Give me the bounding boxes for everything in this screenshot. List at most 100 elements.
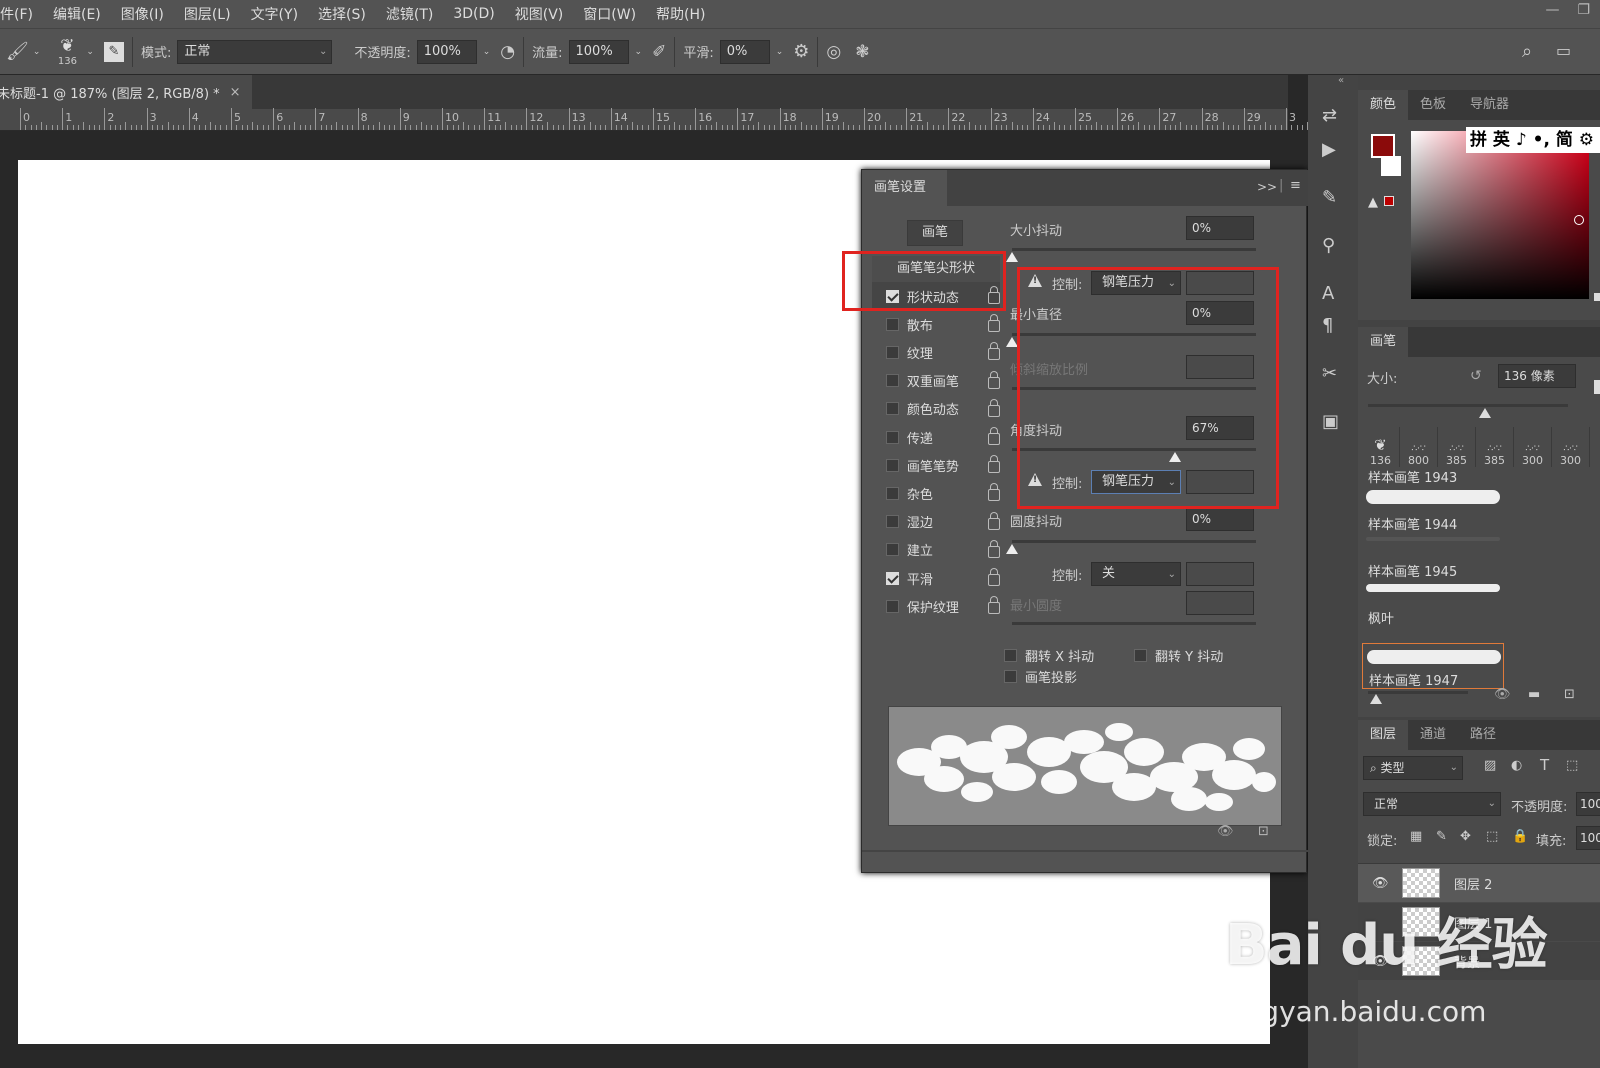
flow-dropdown-icon[interactable]: ⌄	[635, 47, 643, 57]
menu-image[interactable]: 图像(I)	[121, 4, 164, 24]
toggle-preview-icon[interactable]: 👁	[1217, 824, 1234, 839]
brushes-button[interactable]: 画笔	[907, 220, 963, 246]
brush-option-row[interactable]: 传递	[872, 423, 1000, 451]
background-color-swatch[interactable]	[1381, 156, 1401, 176]
color-field[interactable]	[1411, 131, 1589, 299]
tab-swatches[interactable]: 色板	[1408, 90, 1458, 120]
layer-row[interactable]: 👁 图层 2	[1358, 864, 1600, 902]
brush-option-row[interactable]: 纹理	[872, 338, 1000, 366]
brush-preset-picker[interactable]: ❦ 136	[54, 36, 80, 67]
brush-size-input[interactable]: 136 像素	[1498, 364, 1576, 388]
brush-option-row[interactable]: 保护纹理	[872, 592, 1000, 620]
fill-input[interactable]: 100	[1576, 826, 1600, 850]
gamut-swatch[interactable]	[1384, 196, 1394, 206]
properties-icon[interactable]: ▣	[1322, 411, 1339, 432]
eye-visibility-icon[interactable]: 👁	[1372, 876, 1389, 891]
filter-adjustment-icon[interactable]: ◐	[1511, 758, 1522, 773]
panel-menu-icon[interactable]: ≡	[1290, 178, 1301, 193]
flip-y-checkbox[interactable]	[1134, 649, 1147, 662]
lock-position-icon[interactable]: ✥	[1460, 829, 1471, 844]
brush-option-checkbox[interactable]	[886, 402, 899, 416]
tab-navigator[interactable]: 导航器	[1458, 90, 1521, 120]
lock-icon[interactable]	[988, 314, 1000, 333]
smoothing-input[interactable]: 0%	[719, 39, 770, 64]
brush-list-item[interactable]: 样本画笔 1943	[1362, 465, 1504, 512]
preview-size-slider[interactable]	[1368, 691, 1468, 694]
opacity-dropdown-icon[interactable]: ⌄	[483, 47, 491, 57]
menu-file[interactable]: 件(F)	[0, 4, 33, 24]
color-slider-handle[interactable]	[1594, 293, 1600, 301]
history-icon[interactable]: ⇄	[1322, 105, 1337, 126]
lock-icon[interactable]	[988, 483, 1000, 502]
lock-pixels-icon[interactable]: ✎	[1436, 829, 1447, 844]
reset-size-icon[interactable]: ↺	[1470, 368, 1482, 384]
roundness-jitter-knob[interactable]	[1006, 544, 1018, 554]
tab-channels[interactable]: 通道	[1408, 720, 1458, 750]
character-icon[interactable]: A	[1322, 283, 1334, 304]
brush-option-checkbox[interactable]	[886, 571, 899, 585]
filter-type-icon[interactable]: T	[1540, 756, 1549, 774]
lock-icon[interactable]	[988, 455, 1000, 474]
filter-pixel-icon[interactable]: ▨	[1484, 758, 1496, 773]
collapse-icon[interactable]: >>	[1257, 180, 1277, 194]
pressure-opacity-icon[interactable]: ◔	[500, 42, 515, 62]
airbrush-icon[interactable]: ✐	[652, 42, 666, 62]
brush-preset-thumb[interactable]: ∴·∵ 300	[1552, 427, 1590, 467]
menu-layer[interactable]: 图层(L)	[184, 4, 231, 24]
document-tab[interactable]: 未标题-1 @ 187% (图层 2, RGB/8) * ×	[0, 75, 252, 109]
brush-option-checkbox[interactable]	[886, 515, 899, 529]
brush-option-checkbox[interactable]	[886, 458, 899, 472]
brush-picker-dropdown-icon[interactable]: ⌄	[86, 47, 94, 57]
brush-option-row[interactable]: 湿边	[872, 508, 1000, 536]
close-icon[interactable]: ×	[230, 85, 241, 100]
brush-preset-thumb[interactable]: ∴·∵ 385	[1476, 427, 1514, 467]
new-group-folder-icon[interactable]: ▬	[1528, 687, 1540, 702]
tab-layers[interactable]: 图层	[1358, 720, 1409, 750]
brush-preset-thumb[interactable]: ∴·∵ 800	[1400, 427, 1438, 467]
brush-list-item[interactable]: 样本画笔 1944	[1362, 490, 1504, 559]
tab-paths[interactable]: 路径	[1458, 720, 1508, 750]
lock-icon[interactable]	[988, 342, 1000, 361]
menu-window[interactable]: 窗口(W)	[583, 4, 636, 24]
gear-icon[interactable]: ⚙	[793, 41, 809, 62]
new-brush-icon[interactable]: ⊡	[1564, 687, 1575, 702]
menu-type[interactable]: 文字(Y)	[251, 4, 298, 24]
paragraph-icon[interactable]: ¶	[1322, 315, 1333, 336]
brush-preset-thumb[interactable]: ∴·∵ 300	[1514, 427, 1552, 467]
flip-x-option[interactable]: 翻转 X 抖动	[1004, 646, 1094, 665]
actions-play-icon[interactable]: ▶	[1322, 139, 1336, 160]
opacity-input[interactable]: 100%	[416, 39, 477, 64]
tab-brushes[interactable]: 画笔	[1358, 327, 1409, 357]
roundness-jitter-input[interactable]: 0%	[1186, 507, 1254, 531]
search-icon[interactable]: ⌕	[1522, 41, 1532, 62]
brush-option-row[interactable]: 散布	[872, 310, 1000, 338]
brush-option-checkbox[interactable]	[886, 486, 899, 500]
brush-option-checkbox[interactable]	[886, 543, 899, 557]
brush-option-row[interactable]: 平滑	[872, 564, 1000, 592]
foreground-color-swatch[interactable]	[1371, 134, 1395, 158]
brush-option-checkbox[interactable]	[886, 317, 899, 331]
create-brush-icon[interactable]: ⊡	[1258, 824, 1269, 839]
clone-source-icon[interactable]: ⚲	[1322, 235, 1335, 256]
brush-option-row[interactable]: 画笔笔势	[872, 451, 1000, 479]
size-jitter-input[interactable]: 0%	[1186, 216, 1254, 240]
menu-select[interactable]: 选择(S)	[318, 4, 366, 24]
brush-projection-option[interactable]: 画笔投影	[1004, 667, 1077, 686]
flow-input[interactable]: 100%	[568, 39, 629, 64]
menu-3d[interactable]: 3D(D)	[453, 6, 494, 22]
control-select-3[interactable]: 关 ⌄	[1091, 562, 1181, 586]
tool-presets-icon[interactable]: ✂	[1322, 363, 1337, 384]
smoothing-dropdown-icon[interactable]: ⌄	[776, 47, 784, 57]
mode-select[interactable]: 正常 ⌄	[177, 39, 333, 64]
brush-list-item[interactable]: 样本画笔 1947	[1362, 643, 1504, 689]
tab-color[interactable]: 颜色	[1358, 90, 1409, 120]
lock-icon[interactable]	[988, 427, 1000, 445]
brush-size-knob[interactable]	[1479, 408, 1491, 418]
brush-option-row[interactable]: 建立	[872, 536, 1000, 564]
lock-artboard-icon[interactable]: ⬚	[1486, 829, 1498, 844]
brush-tool-icon[interactable]: 🖌	[6, 41, 29, 62]
lock-transparency-icon[interactable]: ▦	[1410, 829, 1422, 844]
brush-preset-thumb[interactable]: ❦ 136	[1362, 427, 1400, 467]
brush-option-row[interactable]: 双重画笔	[872, 367, 1000, 395]
tool-preset-dropdown-icon[interactable]: ⌄	[33, 47, 41, 57]
